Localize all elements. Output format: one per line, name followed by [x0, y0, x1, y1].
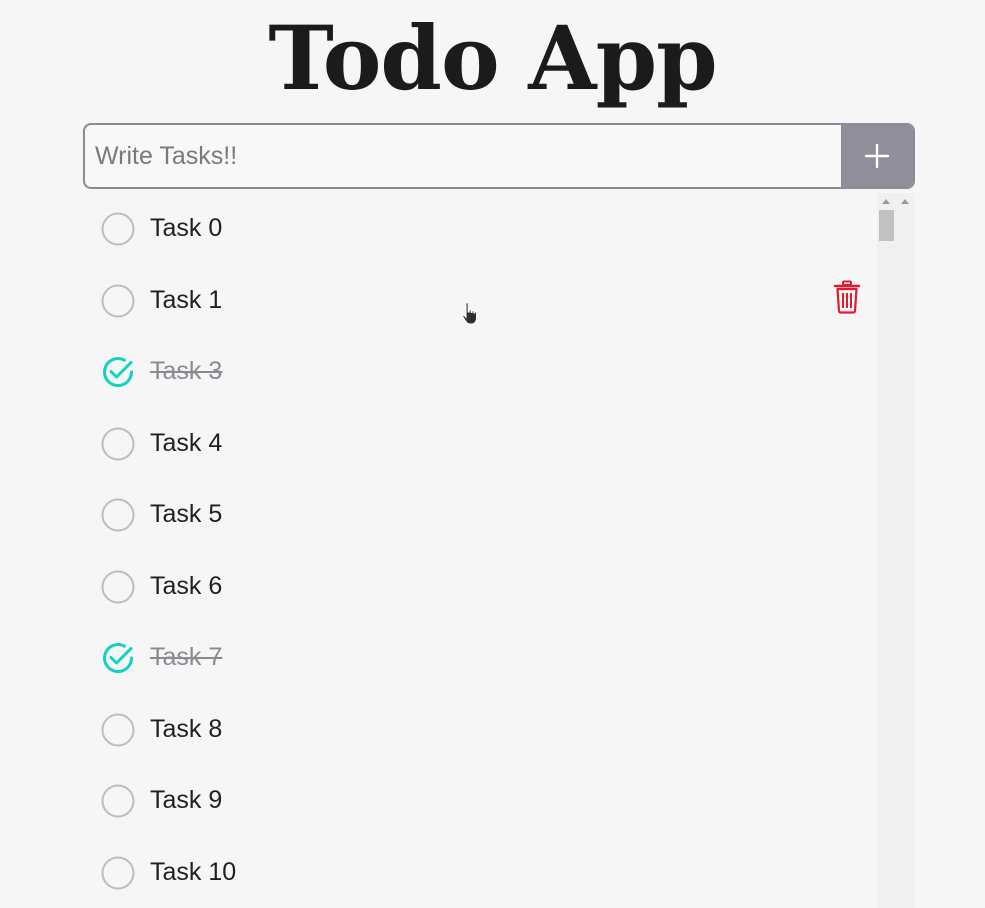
- task-label: Task 6: [150, 571, 223, 600]
- page-title: Todo App: [268, 6, 717, 110]
- task-label: Task 8: [150, 714, 223, 743]
- task-label: Task 3: [150, 357, 223, 385]
- task-label: Task 1: [150, 285, 223, 314]
- circle-icon[interactable]: [100, 426, 136, 462]
- scroll-up-arrow-icon[interactable]: [901, 199, 909, 204]
- task-item[interactable]: Task 8: [83, 694, 877, 766]
- hand-pointer-cursor-icon: [462, 302, 478, 325]
- scroll-thumb[interactable]: [879, 210, 894, 241]
- task-label: Task 10: [150, 857, 237, 886]
- task-item[interactable]: Task 9: [83, 765, 877, 837]
- scrollbar[interactable]: [877, 193, 914, 908]
- task-item[interactable]: Task 4: [83, 408, 877, 480]
- plus-icon: [864, 143, 890, 169]
- todo-app: Todo App Task 0 Task 1 Task 3 Task 4 Task 5 T…: [0, 0, 985, 908]
- task-item[interactable]: Task 5: [83, 479, 877, 551]
- task-label: Task 5: [150, 500, 223, 528]
- task-label: Task 4: [150, 428, 223, 457]
- circle-icon[interactable]: [100, 569, 136, 605]
- task-item[interactable]: Task 6: [83, 551, 877, 623]
- task-input-bar: [83, 123, 915, 189]
- check-circle-icon[interactable]: [100, 354, 136, 390]
- trash-icon[interactable]: [833, 280, 861, 314]
- circle-icon[interactable]: [100, 497, 136, 533]
- scroll-up-arrow-icon[interactable]: [882, 199, 890, 204]
- task-label: Task 7: [150, 643, 223, 671]
- task-input[interactable]: [85, 125, 841, 187]
- circle-icon[interactable]: [100, 855, 136, 891]
- check-circle-icon[interactable]: [100, 640, 136, 676]
- task-item[interactable]: Task 3: [83, 336, 877, 408]
- circle-icon[interactable]: [100, 211, 136, 247]
- task-item[interactable]: Task 0: [83, 193, 877, 265]
- task-item[interactable]: Task 7: [83, 622, 877, 694]
- task-item[interactable]: Task 10: [83, 837, 877, 908]
- circle-icon[interactable]: [100, 712, 136, 748]
- task-label: Task 0: [150, 214, 223, 242]
- task-label: Task 9: [150, 786, 223, 814]
- circle-icon[interactable]: [100, 283, 136, 319]
- circle-icon[interactable]: [100, 783, 136, 819]
- add-task-button[interactable]: [841, 125, 913, 187]
